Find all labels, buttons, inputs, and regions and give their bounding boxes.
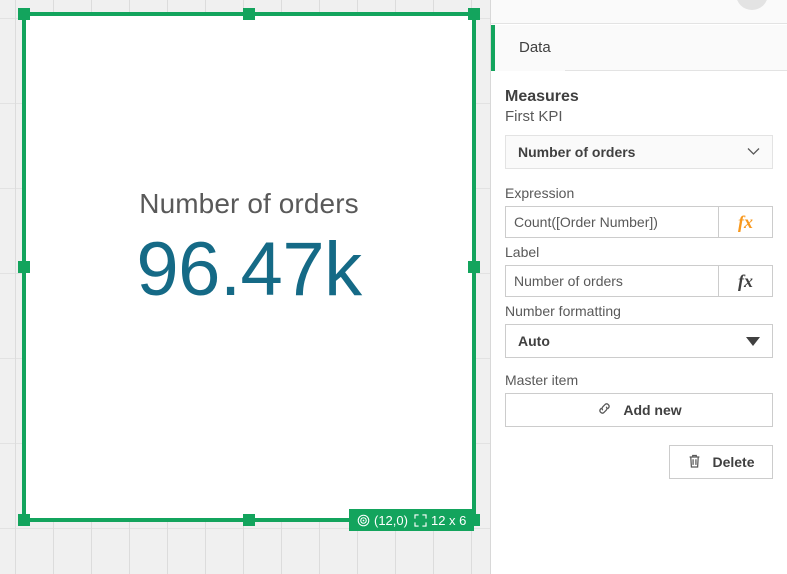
object-position-text: (12,0)	[374, 513, 408, 528]
delete-row: Delete	[505, 445, 773, 479]
expression-field-label: Expression	[505, 185, 773, 201]
app-root: Number of orders 96.47k	[0, 0, 787, 574]
add-new-label: Add new	[623, 402, 681, 418]
number-formatting-label: Number formatting	[505, 303, 773, 319]
object-position-size-badge: (12,0) 12 x 6	[349, 509, 474, 531]
kpi-object[interactable]: Number of orders 96.47k	[23, 13, 475, 521]
measures-subheading: First KPI	[505, 108, 773, 125]
number-formatting-select[interactable]: Auto	[505, 324, 773, 358]
avatar-icon[interactable]	[736, 0, 768, 10]
measure-accordion-header[interactable]: Number of orders	[505, 135, 773, 169]
panel-body: Measures First KPI Number of orders Expr…	[491, 72, 787, 574]
object-size-text: 12 x 6	[431, 513, 466, 528]
kpi-value: 96.47k	[24, 228, 474, 312]
label-field-row[interactable]: Number of orders fx	[505, 265, 773, 297]
label-input[interactable]: Number of orders	[506, 266, 718, 296]
label-fx-button[interactable]: fx	[718, 266, 772, 296]
measure-accordion-body: Expression Count([Order Number]) fx Labe…	[505, 169, 773, 479]
grid-line-v	[15, 0, 16, 574]
resize-icon	[414, 514, 427, 527]
number-formatting-value: Auto	[518, 333, 550, 349]
chevron-down-icon[interactable]	[747, 146, 760, 158]
measures-heading: Measures	[505, 88, 773, 106]
expression-fx-button[interactable]: fx	[718, 207, 772, 237]
link-icon	[596, 400, 613, 420]
panel-tabbar: Data	[491, 25, 787, 71]
label-field-label: Label	[505, 244, 773, 260]
measure-name-label: Number of orders	[518, 144, 635, 160]
add-new-master-item-button[interactable]: Add new	[505, 393, 773, 427]
kpi-title: Number of orders	[24, 184, 474, 224]
tab-data[interactable]: Data	[491, 25, 565, 71]
panel-topbar	[491, 0, 787, 24]
caret-down-icon[interactable]	[746, 335, 760, 348]
expression-input[interactable]: Count([Order Number])	[506, 207, 718, 237]
tab-data-label: Data	[519, 39, 551, 56]
trash-icon	[687, 453, 702, 472]
delete-measure-button[interactable]: Delete	[669, 445, 773, 479]
badge-position-group: (12,0)	[357, 513, 408, 528]
sheet-canvas[interactable]: Number of orders 96.47k	[0, 0, 490, 574]
kpi-content: Number of orders 96.47k	[24, 184, 474, 312]
badge-size-group: 12 x 6	[414, 513, 466, 528]
delete-label: Delete	[712, 454, 754, 470]
properties-panel: Data Measures First KPI Number of orders…	[490, 0, 787, 574]
expression-field-row[interactable]: Count([Order Number]) fx	[505, 206, 773, 238]
master-item-label: Master item	[505, 372, 773, 388]
target-icon	[357, 514, 370, 527]
